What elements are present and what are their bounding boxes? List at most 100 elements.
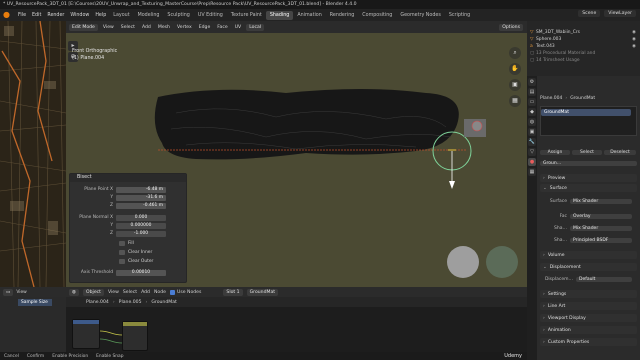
blender-logo-icon[interactable]: ● xyxy=(3,10,13,20)
visibility-eye-icon[interactable]: ◉ xyxy=(632,37,636,42)
animation-section[interactable]: › Animation xyxy=(540,326,637,334)
axis-threshold-field[interactable]: 0.00010 xyxy=(116,269,166,276)
pan-hand-icon[interactable]: ✋ xyxy=(509,63,521,75)
plane-normal-y-field[interactable]: 0.000000 xyxy=(116,222,166,229)
workspace-tab-scripting[interactable]: Scripting xyxy=(445,11,474,20)
workspace-tab-compositing[interactable]: Compositing xyxy=(358,11,396,20)
scene-selector[interactable]: Scene xyxy=(578,10,601,17)
node-object-dropdown[interactable]: Object xyxy=(83,288,104,296)
outliner-item[interactable]: ▽ Sphere.003 ◉ xyxy=(527,36,640,43)
viewport-menu-vertex[interactable]: Vertex xyxy=(175,25,194,30)
viewport-menu-select[interactable]: Select xyxy=(119,25,137,30)
object-tab-icon[interactable]: ▣ xyxy=(528,128,536,136)
perspective-grid-icon[interactable]: ▦ xyxy=(509,95,521,107)
displacement-section[interactable]: ⌄ Displacement xyxy=(540,263,637,271)
workspace-tab-sculpting[interactable]: Sculpting xyxy=(163,11,193,20)
3d-viewport[interactable]: ▸ ⊕ Front Orthographic (1) Plane.004 ⌕ ✋… xyxy=(66,33,527,287)
visibility-eye-icon[interactable]: ◉ xyxy=(632,44,636,49)
node-editor-type-icon[interactable]: ◍ xyxy=(69,288,80,296)
image-editor-preview[interactable] xyxy=(0,21,66,287)
clear-inner-checkbox[interactable] xyxy=(119,250,125,255)
material-slot-item[interactable]: GroundMat xyxy=(541,109,631,116)
material-slot-list[interactable]: GroundMat xyxy=(540,106,637,136)
scene-tab-icon[interactable]: ◆ xyxy=(528,108,536,116)
workspace-tab-texture-paint[interactable]: Texture Paint xyxy=(227,11,266,20)
menu-file[interactable]: File xyxy=(15,13,29,18)
texture-tab-icon[interactable]: ▦ xyxy=(528,168,536,176)
menu-window[interactable]: Window xyxy=(67,13,92,18)
volume-section[interactable]: › Volume xyxy=(540,251,637,259)
viewport-menu-add[interactable]: Add xyxy=(140,25,153,30)
editor-type-icon[interactable]: ▭ xyxy=(3,288,14,296)
viewport-menu-mesh[interactable]: Mesh xyxy=(156,25,172,30)
preview-section[interactable]: › Preview xyxy=(540,174,637,182)
node-editor-canvas[interactable] xyxy=(66,307,527,352)
workspace-tab-geometry-nodes[interactable]: Geometry Nodes xyxy=(396,11,444,20)
node-menu-select[interactable]: Select xyxy=(123,290,137,295)
world-tab-icon[interactable]: ◍ xyxy=(528,118,536,126)
viewport-options-button[interactable]: Options xyxy=(499,23,523,31)
outliner-item[interactable]: ▢ 13 Procedural Material and xyxy=(527,50,640,57)
menu-help[interactable]: Help xyxy=(92,13,109,18)
node-material-dropdown[interactable]: GroundMat xyxy=(246,288,279,296)
viewport-menu-uv[interactable]: UV xyxy=(233,25,244,30)
outliner-item[interactable]: a Text.043 ◉ xyxy=(527,43,640,50)
transform-orientation-dropdown[interactable]: Local xyxy=(246,23,265,31)
material-tab-icon[interactable]: ● xyxy=(528,158,536,166)
workspace-tab-shading[interactable]: Shading xyxy=(265,10,294,20)
workspace-tab-uv-editing[interactable]: UV Editing xyxy=(194,11,227,20)
workspace-tab-modeling[interactable]: Modeling xyxy=(134,11,164,20)
zoom-icon[interactable]: ⌕ xyxy=(509,47,521,59)
shader2-dropdown[interactable]: Principled BSDF xyxy=(570,237,632,243)
view-layer-selector[interactable]: ViewLayer xyxy=(604,10,636,17)
tool-tab-icon[interactable]: ⚙ xyxy=(528,78,536,86)
sample-size-field[interactable]: Sample Size xyxy=(18,299,52,306)
viewport-menu-edge[interactable]: Edge xyxy=(197,25,213,30)
node-menu-add[interactable]: Add xyxy=(141,290,150,295)
fac-dropdown[interactable]: Overlay xyxy=(570,213,632,219)
clear-outer-checkbox[interactable] xyxy=(119,259,125,264)
slot-dropdown[interactable]: Slot 1 xyxy=(223,288,243,296)
left-view-menu[interactable]: View xyxy=(16,290,26,295)
select-button[interactable]: Select xyxy=(572,149,602,155)
node-menu-view[interactable]: View xyxy=(108,290,119,295)
render-tab-icon[interactable]: ▤ xyxy=(528,88,536,96)
material-datablock-field[interactable]: Groun… xyxy=(540,160,637,166)
output-tab-icon[interactable]: ▭ xyxy=(528,98,536,106)
plane-point-x-field[interactable]: -6.48 m xyxy=(116,186,166,193)
plane-normal-x-field[interactable]: 0.000 xyxy=(116,214,166,221)
assign-button[interactable]: Assign xyxy=(540,149,570,155)
outliner-item[interactable]: ▢ 14 Trimsheet Usage xyxy=(527,57,640,64)
viewport-display-section[interactable]: › Viewport Display xyxy=(540,314,637,322)
fill-checkbox[interactable] xyxy=(119,241,125,246)
edit-mode-dropdown[interactable]: Edit Mode xyxy=(69,23,98,31)
viewport-menu-view[interactable]: View xyxy=(101,25,116,30)
displacement-dropdown[interactable]: Default xyxy=(576,276,632,282)
workspace-tab-rendering[interactable]: Rendering xyxy=(326,11,359,20)
modifier-tab-icon[interactable]: 🔧 xyxy=(528,138,536,146)
camera-view-icon[interactable]: ▣ xyxy=(509,79,521,91)
menu-edit[interactable]: Edit xyxy=(29,13,44,18)
visibility-eye-icon[interactable]: ◉ xyxy=(632,30,636,35)
plane-point-y-field[interactable]: -31.6 m xyxy=(116,194,166,201)
settings-section[interactable]: › Settings xyxy=(540,290,637,298)
bisect-panel-title[interactable]: Bisect xyxy=(70,174,186,182)
use-nodes-toggle[interactable]: Use Nodes xyxy=(169,289,201,295)
surface-shader-dropdown[interactable]: Mix Shader xyxy=(570,198,632,204)
outliner-item[interactable]: ▽ SM_3DT_Wabiin_Crs ◉ xyxy=(527,29,640,36)
plane-point-z-field[interactable]: -0.461 m xyxy=(116,202,166,209)
workspace-tab-animation[interactable]: Animation xyxy=(293,11,325,20)
data-tab-icon[interactable]: ▽ xyxy=(528,148,536,156)
custom-properties-section[interactable]: › Custom Properties xyxy=(540,338,637,346)
menu-render[interactable]: Render xyxy=(44,13,67,18)
plane-normal-z-field[interactable]: -1.000 xyxy=(116,230,166,237)
line-art-section[interactable]: › Line Art xyxy=(540,302,637,310)
shader1-dropdown[interactable]: Mix Shader xyxy=(570,225,632,231)
viewport-menu-face[interactable]: Face xyxy=(215,25,229,30)
node-menu-node[interactable]: Node xyxy=(154,290,166,295)
workspace-tab-layout[interactable]: Layout xyxy=(109,11,133,20)
plane-point-y-row: Y -31.6 m xyxy=(70,194,188,201)
deselect-button[interactable]: Deselect xyxy=(604,149,636,155)
surface-section[interactable]: ⌄ Surface xyxy=(540,184,637,192)
use-nodes-checkbox[interactable] xyxy=(169,289,175,295)
